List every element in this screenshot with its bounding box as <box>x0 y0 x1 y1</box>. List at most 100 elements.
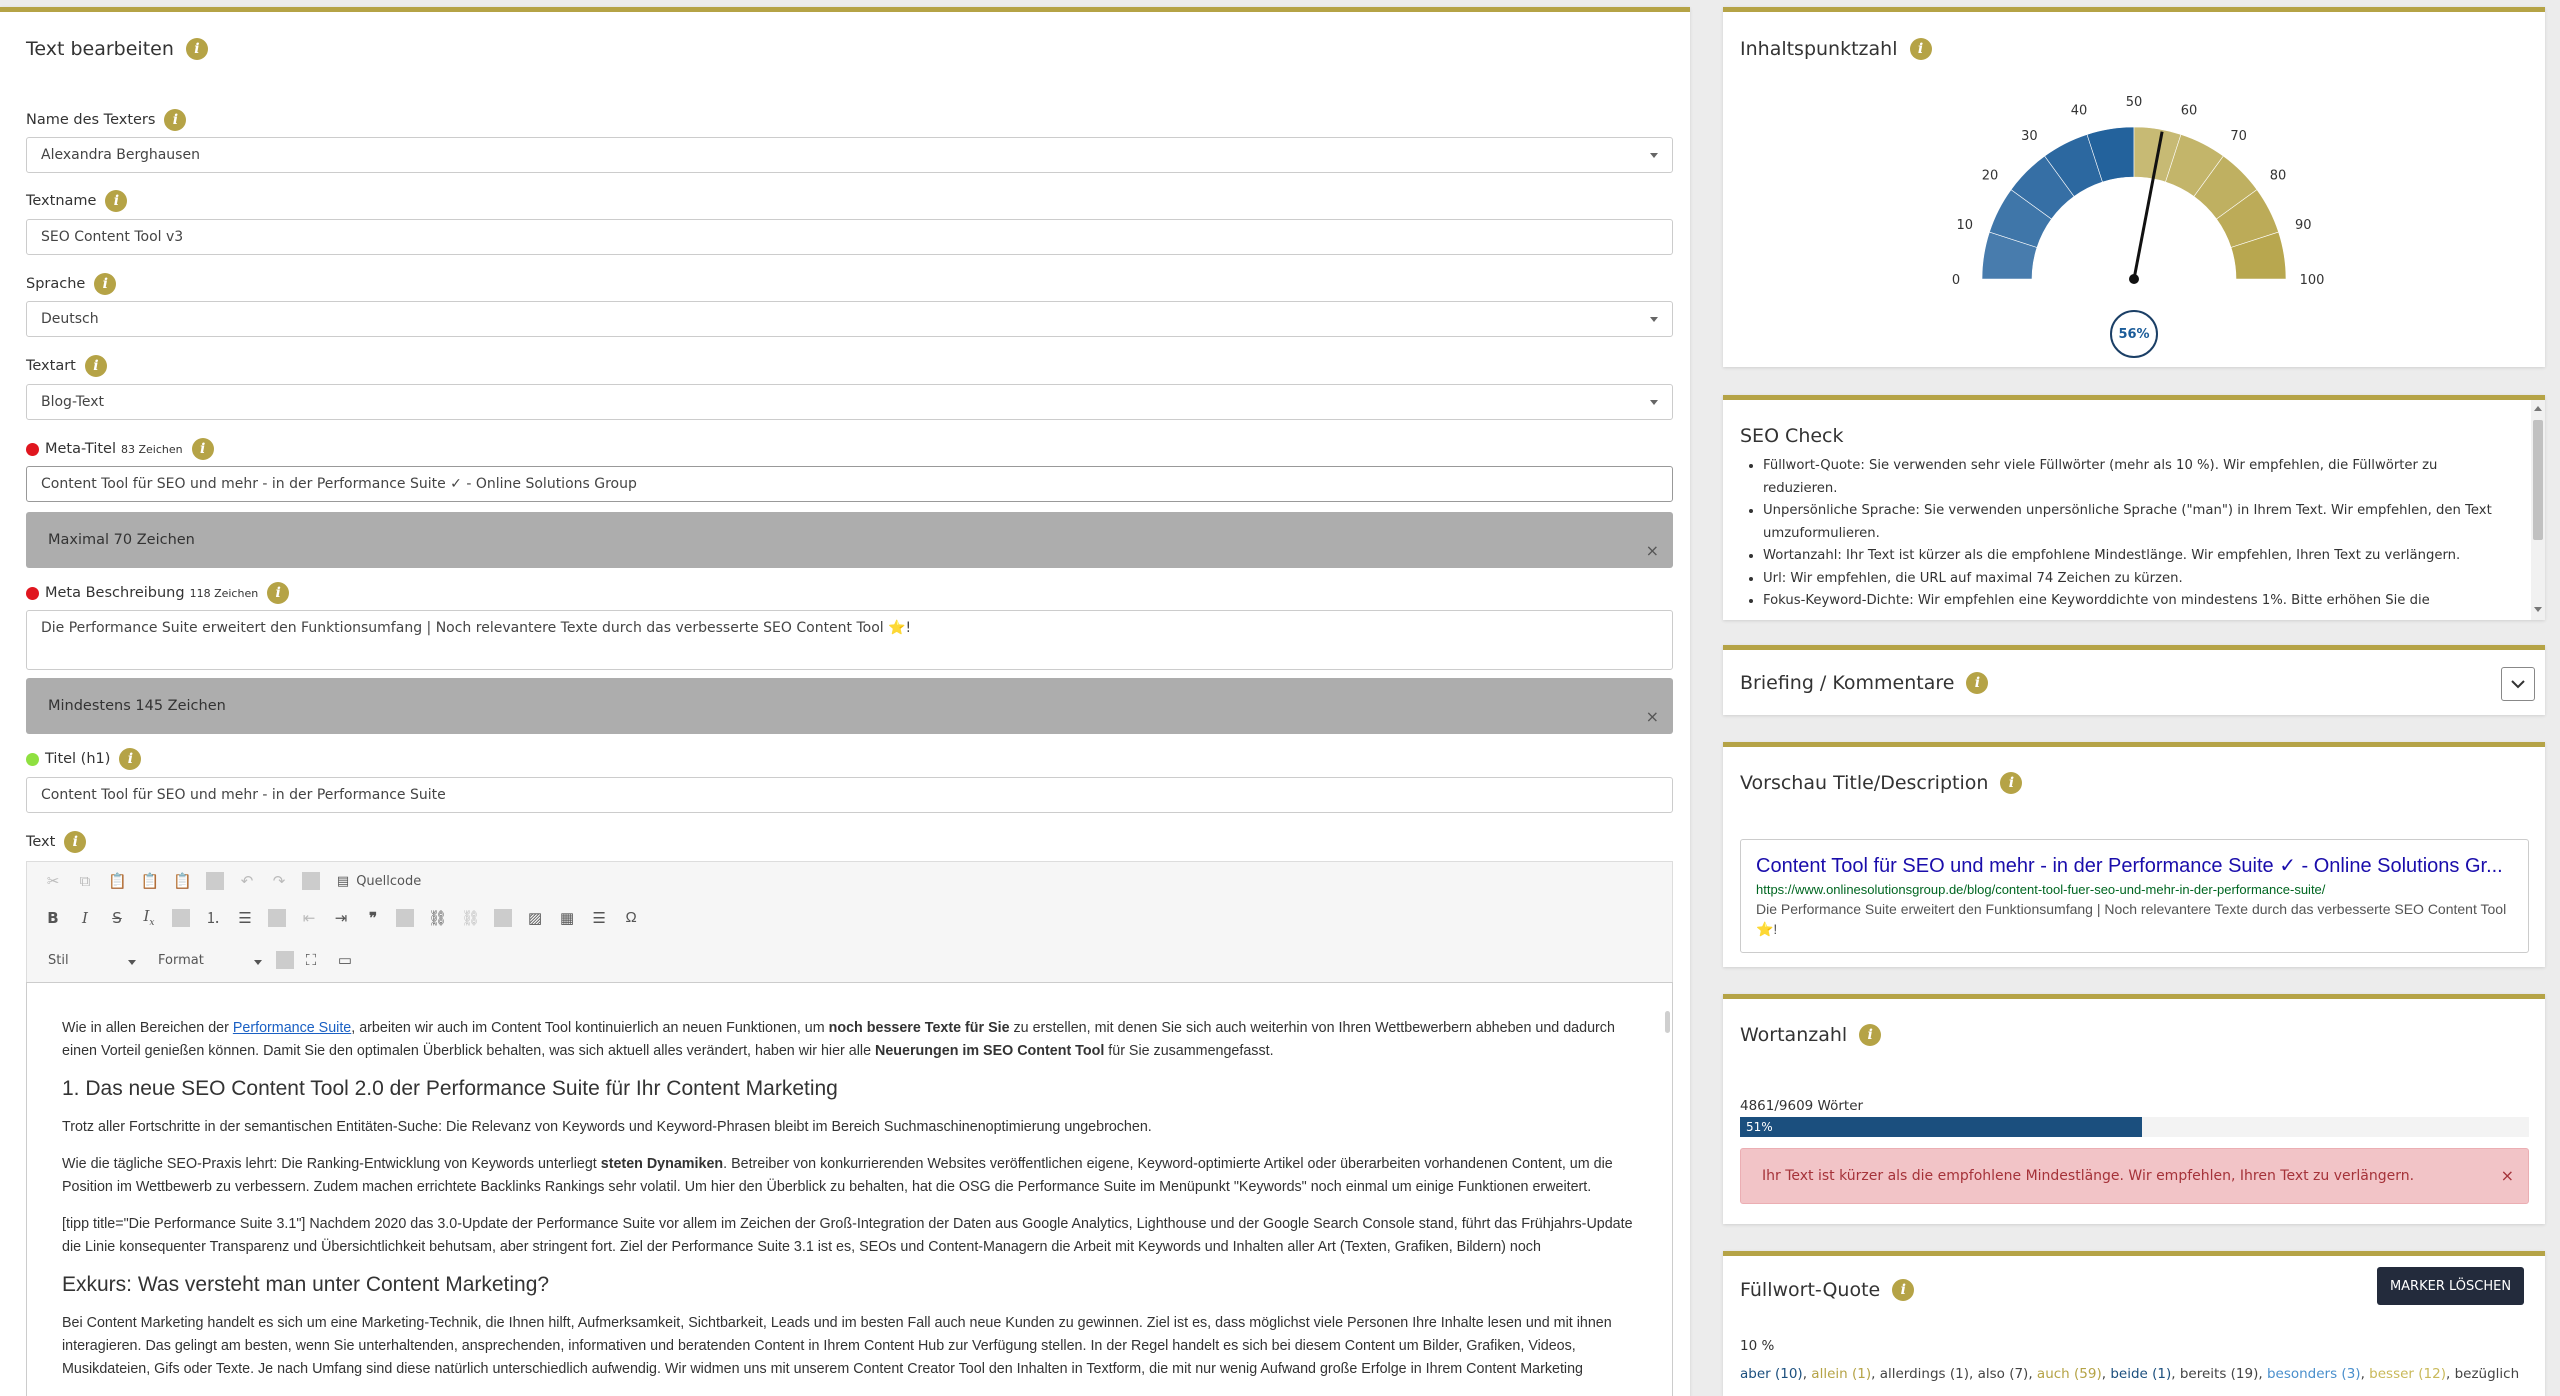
filler-word[interactable]: bereits (19) <box>2180 1366 2259 1382</box>
info-icon[interactable]: i <box>267 582 290 604</box>
seo-check-list: Füllwort-Quote: Sie verwenden sehr viele… <box>1763 455 2513 613</box>
writer-select[interactable]: Alexandra Berghausen <box>26 137 1673 173</box>
serp-url: https://www.onlinesolutionsgroup.de/blog… <box>1756 882 2326 897</box>
maximize-icon[interactable]: ⛶ <box>302 952 320 969</box>
language-select[interactable]: Deutsch <box>26 301 1673 337</box>
strike-icon[interactable]: S <box>108 909 126 927</box>
filler-word[interactable]: allerdings (1) <box>1880 1366 1969 1382</box>
caret-down-icon <box>128 959 136 965</box>
scrollbar-thumb[interactable] <box>2533 420 2543 540</box>
info-icon[interactable]: i <box>1892 1279 1915 1301</box>
heading-1: 1. Das neue SEO Content Tool 2.0 der Per… <box>62 1077 838 1100</box>
meta-title-input[interactable]: Content Tool für SEO und mehr - in der P… <box>26 466 1673 502</box>
copy-icon[interactable]: ⧉ <box>76 873 94 890</box>
expand-button[interactable] <box>2501 667 2535 701</box>
status-ok-dot <box>26 752 39 766</box>
paste-icon[interactable]: 📋 <box>108 872 127 890</box>
info-icon[interactable]: i <box>84 355 107 377</box>
toolbar-row-3: Stil Format ⛶ ▭ <box>48 951 354 969</box>
paragraph: Wie die tägliche SEO-Praxis lehrt: Die R… <box>62 1156 1613 1195</box>
filler-percent: 10 % <box>1740 1338 1775 1354</box>
filler-word[interactable]: besonders (3) <box>2267 1366 2361 1382</box>
remove-format-icon[interactable]: Ix <box>140 907 158 928</box>
style-dropdown[interactable]: Stil <box>48 953 148 968</box>
horizontal-line-icon[interactable]: ☰ <box>590 909 608 927</box>
paragraph: [tipp title="Die Performance Suite 3.1"]… <box>62 1216 1633 1255</box>
editor-content[interactable]: Wie in allen Bereichen der Performance S… <box>62 1017 1642 1395</box>
texttype-select[interactable]: Blog-Text <box>26 384 1673 420</box>
info-icon[interactable]: i <box>185 38 208 60</box>
editor-title: Text bearbeiten <box>26 38 174 60</box>
unlink-icon[interactable]: ⛓ <box>461 909 480 927</box>
wordcount-card: Wortanzahl i 4861/9609 Wörter 51% Ihr Tex… <box>1723 994 2545 1224</box>
italic-icon[interactable]: I <box>76 909 94 927</box>
preview-title: Vorschau Title/Description i <box>1740 772 2023 794</box>
rich-text-editor[interactable]: Wie in allen Bereichen der Performance S… <box>26 982 1673 1396</box>
format-dropdown[interactable]: Format <box>158 953 268 968</box>
list-item: Fokus-Keyword-Dichte: Wir empfehlen eine… <box>1763 590 2513 613</box>
score-card: Inhaltspunktzahl i 0 10 20 30 40 50 60 70 80 90 100… <box>1723 7 2545 367</box>
info-icon[interactable]: i <box>1966 672 1989 694</box>
status-error-dot <box>26 442 39 456</box>
textname-input[interactable]: SEO Content Tool v3 <box>26 219 1673 255</box>
bold-icon[interactable]: B <box>44 909 62 927</box>
filler-word[interactable]: auch (59) <box>2037 1366 2102 1382</box>
scroll-down-icon[interactable] <box>2534 607 2542 612</box>
info-icon[interactable]: i <box>119 748 142 770</box>
briefing-card[interactable]: Briefing / Kommentare i <box>1723 645 2545 715</box>
scroll-up-icon[interactable] <box>2534 406 2542 411</box>
word-progress-track: 51% <box>1740 1117 2529 1137</box>
filler-word[interactable]: allein (1) <box>1811 1366 1871 1382</box>
separator: , <box>2171 1366 2180 1382</box>
gauge-tick-label: 10 <box>1956 218 1973 233</box>
separator: , <box>1802 1366 1812 1382</box>
close-icon[interactable]: × <box>1646 707 1659 726</box>
info-icon[interactable]: i <box>191 438 214 460</box>
separator: , <box>2445 1366 2455 1382</box>
filler-word[interactable]: aber (10) <box>1740 1366 1803 1382</box>
wordcount-title: Wortanzahl i <box>1740 1024 1882 1046</box>
meta-desc-textarea[interactable]: Die Performance Suite erweitert den Funk… <box>26 610 1673 670</box>
image-icon[interactable]: ▨ <box>526 909 544 927</box>
h1-input[interactable]: Content Tool für SEO und mehr - in der P… <box>26 777 1673 813</box>
filler-word[interactable]: beide (1) <box>2110 1366 2171 1382</box>
filler-word-list: aber (10), allein (1), allerdings (1), a… <box>1740 1366 2540 1382</box>
source-button[interactable]: ▤ Quellcode <box>334 874 421 889</box>
toolbar-row-2: B I S Ix ⒈ ☰ ⇤ ⇥ ❞ ⛓ ⛓ ▨ ▦ ☰ Ω <box>44 907 640 928</box>
numbered-list-icon[interactable]: ⒈ <box>204 907 222 928</box>
performance-suite-link[interactable]: Performance Suite <box>233 1020 351 1036</box>
undo-icon[interactable]: ↶ <box>238 872 256 890</box>
gauge-tick-label: 80 <box>2270 168 2287 183</box>
clear-markers-button[interactable]: MARKER LÖSCHEN <box>2377 1267 2524 1305</box>
info-icon[interactable]: i <box>1859 1024 1882 1046</box>
info-icon[interactable]: i <box>2000 772 2023 794</box>
info-icon[interactable]: i <box>164 109 187 131</box>
separator: , <box>2360 1366 2370 1382</box>
table-icon[interactable]: ▦ <box>558 909 576 927</box>
special-char-icon[interactable]: Ω <box>622 909 640 926</box>
filler-word[interactable]: also (7) <box>1978 1366 2029 1382</box>
close-icon[interactable]: × <box>1646 541 1659 560</box>
seo-scrollbar[interactable] <box>2531 400 2545 620</box>
serp-preview: Content Tool für SEO und mehr - in der P… <box>1740 839 2529 953</box>
redo-icon[interactable]: ↷ <box>270 872 288 890</box>
filler-word[interactable]: besser (12) <box>2369 1366 2446 1382</box>
info-icon[interactable]: i <box>94 273 117 295</box>
outdent-icon[interactable]: ⇤ <box>300 909 318 927</box>
blockquote-icon[interactable]: ❞ <box>364 909 382 927</box>
indent-icon[interactable]: ⇥ <box>332 909 350 927</box>
separator: , <box>1969 1366 1978 1382</box>
gauge-tick-label: 70 <box>2230 129 2247 144</box>
info-icon[interactable]: i <box>64 831 87 853</box>
bullet-list-icon[interactable]: ☰ <box>236 909 254 927</box>
show-blocks-icon[interactable]: ▭ <box>336 951 354 969</box>
editor-scrollbar[interactable] <box>1665 1011 1670 1033</box>
cut-icon[interactable]: ✂ <box>44 872 62 890</box>
filler-word[interactable]: bezüglich <box>2455 1366 2520 1382</box>
paste-text-icon[interactable]: 📋 <box>141 872 160 890</box>
close-icon[interactable]: × <box>2501 1166 2514 1185</box>
paste-word-icon[interactable]: 📋 <box>173 872 192 890</box>
info-icon[interactable]: i <box>105 190 128 212</box>
link-icon[interactable]: ⛓ <box>428 909 447 927</box>
gauge-tick-label: 20 <box>1982 168 1999 183</box>
